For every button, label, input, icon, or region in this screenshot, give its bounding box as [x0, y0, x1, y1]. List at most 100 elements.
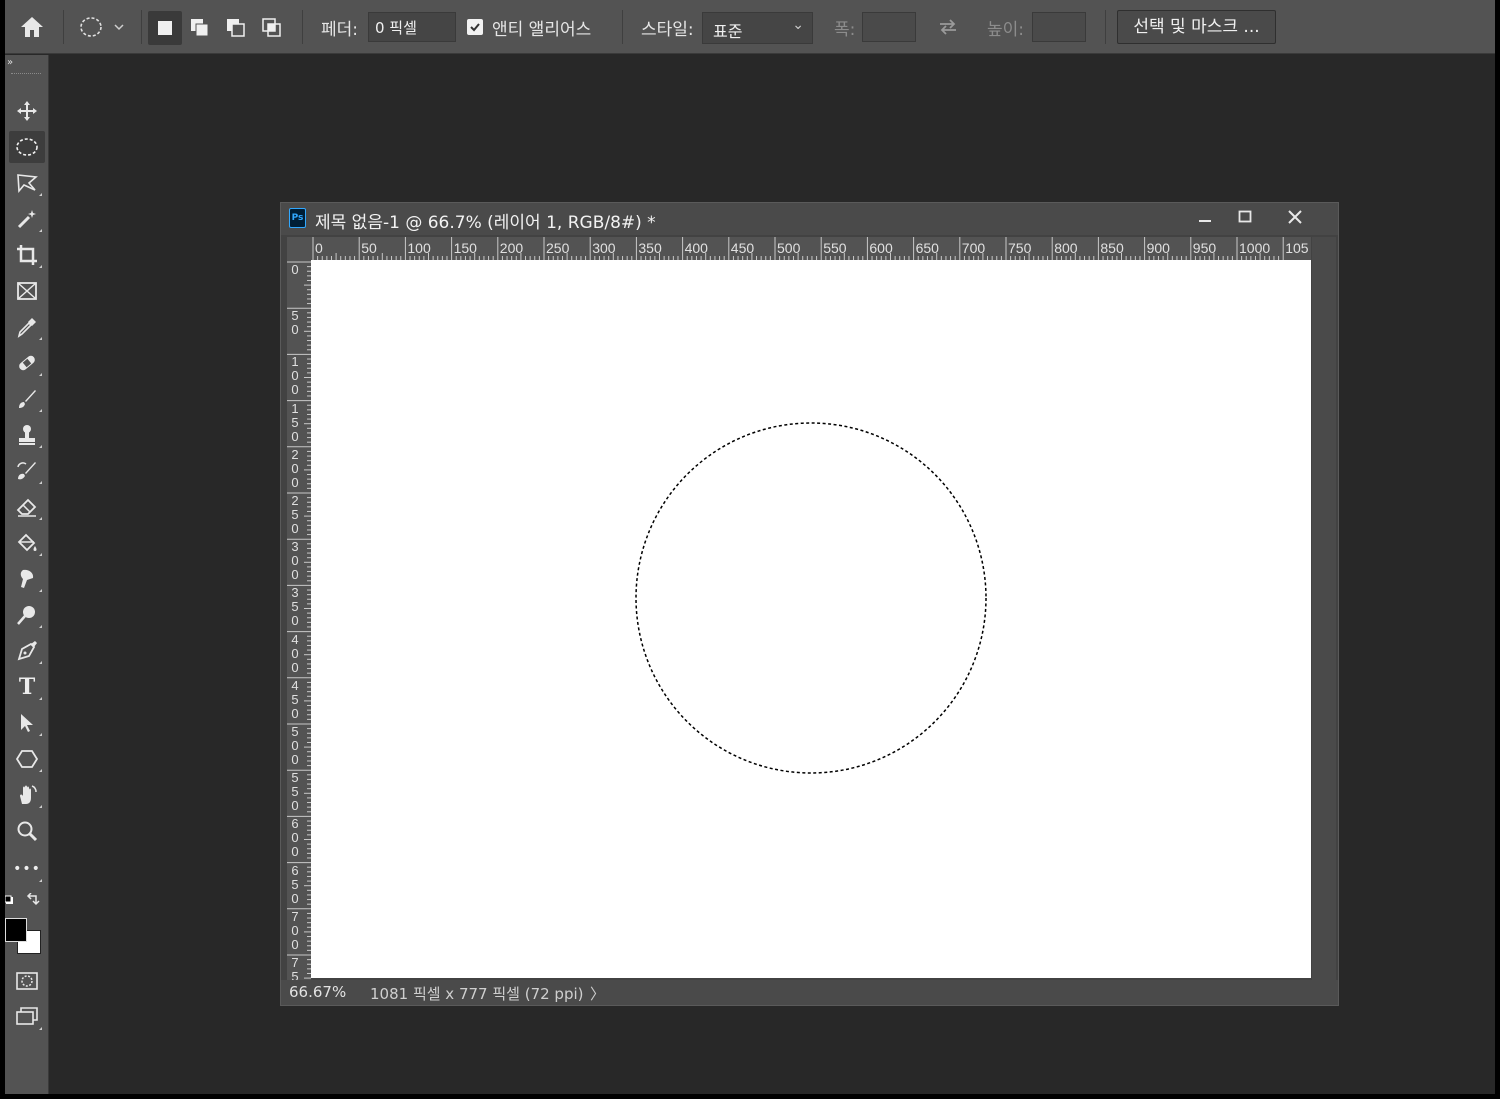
tool-preset-picker[interactable]	[79, 0, 127, 54]
vruler-tick-label: 700	[291, 908, 299, 952]
type-t-icon: T	[18, 674, 36, 700]
vruler-tick-label: 200	[291, 446, 299, 490]
vruler-tick-label: 500	[291, 724, 299, 767]
history-brush-icon	[17, 462, 36, 480]
status-bar: 66.67% 1081 픽셀 x 777 픽셀 (72 ppi) 〉	[281, 980, 1338, 1005]
screen-mode-icon	[16, 1007, 38, 1025]
hexagon-shape-icon	[15, 750, 39, 768]
home-icon	[21, 17, 43, 37]
selection-marquee	[635, 422, 987, 774]
antialias-checkbox[interactable]: 앤티 앨리어스	[467, 0, 591, 54]
brush-icon	[19, 390, 36, 408]
eraser-icon	[16, 498, 37, 517]
document-window: Ps 제목 없음-1 @ 66.7% (레이어 1, RGB/8#) * 0 50…	[280, 202, 1339, 1006]
vruler-tick-label: 350	[291, 585, 299, 629]
dodge-tool[interactable]	[9, 599, 45, 631]
move-icon	[17, 101, 37, 121]
vruler-tick-label: 150	[291, 400, 299, 444]
polygon-tool[interactable]	[9, 743, 45, 775]
quick-mask-button[interactable]	[9, 965, 45, 997]
feather-input[interactable]: 0 픽셀	[368, 12, 456, 42]
vertical-scrollbar[interactable]	[1312, 237, 1336, 980]
document-titlebar[interactable]: Ps 제목 없음-1 @ 66.7% (레이어 1, RGB/8#) *	[281, 203, 1338, 235]
feather-label: 페더:	[321, 19, 359, 40]
maximize-icon	[1238, 210, 1252, 223]
tools-panel: » T •••	[5, 55, 49, 1094]
expand-panel-icon[interactable]: »	[7, 57, 13, 68]
magic-wand-tool[interactable]	[9, 203, 45, 235]
hruler-tick-label: 950	[1192, 240, 1217, 256]
antialias-label: 앤티 앨리어스	[492, 19, 592, 40]
foreground-color-swatch[interactable]	[5, 918, 27, 942]
hruler-tick-label: 850	[1100, 240, 1124, 256]
intersect-selection-button[interactable]	[255, 11, 289, 45]
smudge-tool[interactable]	[9, 563, 45, 595]
default-colors-icon[interactable]	[5, 893, 17, 905]
style-label: 스타일:	[641, 19, 694, 40]
hruler-tick-label: 500	[777, 240, 801, 256]
screen-mode-button[interactable]	[9, 1001, 45, 1033]
hand-rotate-icon	[20, 785, 37, 804]
history-brush-tool[interactable]	[9, 455, 45, 487]
smudge-finger-icon	[20, 569, 34, 588]
hruler-tick-label: 300	[592, 240, 616, 256]
elliptical-marquee-tool[interactable]	[9, 131, 45, 163]
eraser-tool[interactable]	[9, 491, 45, 523]
crop-tool[interactable]	[9, 239, 45, 271]
home-button[interactable]	[19, 0, 45, 54]
swap-colors-icon[interactable]	[25, 893, 41, 907]
hruler-tick-label: 1000	[1239, 240, 1271, 256]
hruler-tick-label: 350	[638, 240, 662, 256]
minimize-button[interactable]	[1186, 203, 1224, 231]
eyedropper-tool[interactable]	[9, 311, 45, 343]
add-to-selection-button[interactable]	[183, 11, 217, 45]
vruler-tick-label: 300	[291, 539, 299, 583]
frame-tool[interactable]	[9, 275, 45, 307]
horizontal-ruler[interactable]: 0 50 100 150 200 250 300 350 400 450 500 550 600 650 7…	[311, 237, 1311, 260]
vruler-tick-label: 650	[291, 862, 299, 906]
height-label: 높이:	[987, 19, 1025, 40]
ruler-origin[interactable]	[287, 237, 311, 260]
photoshop-file-icon: Ps	[289, 208, 306, 228]
swap-arrows-icon	[940, 19, 956, 35]
paint-bucket-tool[interactable]	[9, 527, 45, 559]
crop-icon	[17, 245, 37, 265]
healing-brush-tool[interactable]	[9, 347, 45, 379]
clone-stamp-tool[interactable]	[9, 419, 45, 451]
lasso-tool[interactable]	[9, 167, 45, 199]
eyedropper-icon	[17, 318, 36, 338]
vruler-tick-label: 400	[291, 631, 299, 675]
subtract-from-selection-button[interactable]	[219, 11, 253, 45]
new-selection-button[interactable]	[148, 11, 182, 45]
select-and-mask-button[interactable]: 선택 및 마스크 ...	[1117, 10, 1276, 44]
hruler-tick-label: 50	[361, 240, 377, 256]
brush-tool[interactable]	[9, 383, 45, 415]
zoom-level[interactable]: 66.67%	[289, 983, 346, 1001]
close-button[interactable]	[1276, 203, 1314, 231]
panel-grip[interactable]	[11, 73, 41, 75]
swap-width-height-button[interactable]	[937, 0, 959, 54]
height-input[interactable]	[1032, 12, 1086, 42]
type-tool[interactable]: T	[9, 671, 45, 703]
vertical-ruler[interactable]: 0 50 100 150 200 250 300 350 400 450 500 550 600 650 7…	[287, 260, 311, 980]
style-select[interactable]: 표준 ⌄	[702, 12, 813, 44]
canvas[interactable]	[311, 260, 1311, 978]
hruler-tick-label: 250	[546, 240, 570, 256]
new-selection-icon	[158, 21, 172, 35]
options-bar: 페더: 0 픽셀 앤티 앨리어스 스타일: 표준 ⌄ 폭: 높이: 선택 및 마…	[5, 0, 1495, 54]
hruler-tick-label: 800	[1054, 240, 1078, 256]
vruler-tick-label: 600	[291, 816, 299, 860]
path-selection-tool[interactable]	[9, 707, 45, 739]
pen-tool[interactable]	[9, 635, 45, 667]
more-tools-button[interactable]: •••	[9, 853, 45, 885]
hand-tool[interactable]	[9, 779, 45, 811]
document-title: 제목 없음-1 @ 66.7% (레이어 1, RGB/8#) *	[315, 213, 656, 233]
status-menu-arrow-icon[interactable]: 〉	[590, 983, 605, 1004]
hruler-tick-label: 600	[869, 240, 893, 256]
width-input[interactable]	[862, 12, 916, 42]
move-tool[interactable]	[9, 95, 45, 127]
elliptical-marquee-icon	[16, 138, 38, 156]
maximize-button[interactable]	[1226, 203, 1264, 231]
zoom-tool[interactable]	[9, 815, 45, 847]
dodge-icon	[17, 606, 35, 625]
